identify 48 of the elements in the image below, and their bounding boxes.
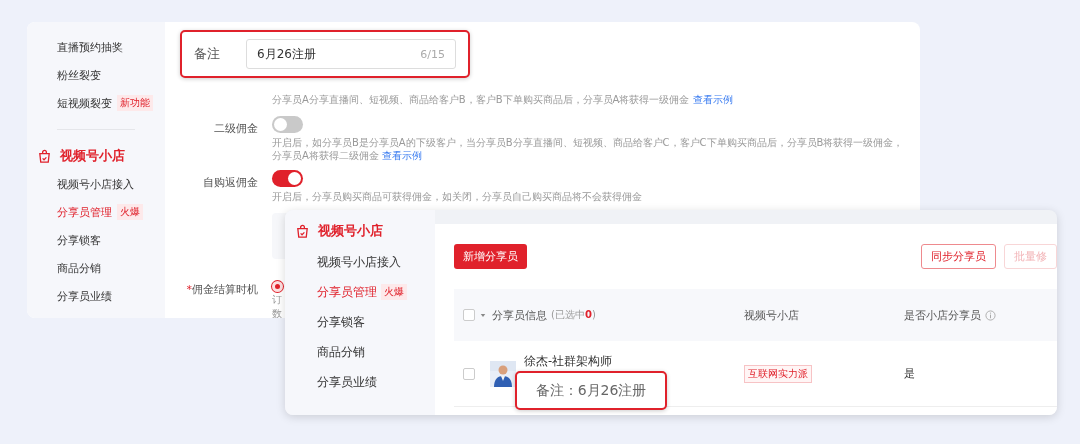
sidebar-item[interactable]: 直播预约抽奖 [57, 39, 123, 55]
badge: 火爆 [117, 204, 143, 220]
sidebar-item[interactable]: 短视频裂变 [57, 95, 112, 111]
badge: 火爆 [381, 284, 407, 300]
table-cell: 是 [904, 366, 915, 381]
column-header: 是否小店分享员 [904, 307, 981, 323]
required-mark: * [186, 283, 192, 296]
column-header: 视频号小店 [744, 307, 799, 323]
hint-text: 开启后，分享员购买商品可获得佣金，如关闭，分享员自己购买商品将不会获得佣金 [272, 190, 642, 203]
shop-tag: 互联网实力派 [744, 364, 812, 383]
sidebar-item[interactable]: 分享锁客 [57, 232, 101, 248]
sidebar-item[interactable]: 分享员业绩 [57, 288, 112, 304]
hint-text: 开启后，如分享员B是分享员A的下级客户，当分享员B分享直播间、短视频、商品给客户C，客户C下单购买商品后，分享员B将获得一级佣金，分享员A将获得二级佣金 查看示例 [272, 136, 905, 162]
sidebar-item[interactable]: 粉丝裂变 [57, 67, 101, 83]
example-link[interactable]: 查看示例 [382, 150, 423, 161]
action-button[interactable]: 同步分享员 [921, 243, 996, 269]
sidebar-item[interactable]: 分享员业绩 [317, 374, 377, 390]
badge: 新功能 [117, 95, 153, 111]
hint-text: 订 [272, 294, 282, 306]
sidebar-item[interactable]: 分享锁客 [317, 314, 365, 330]
toggle-switch[interactable] [272, 170, 303, 187]
sidebar-item[interactable]: 视频号小店接入 [317, 254, 401, 270]
sidebar-item[interactable]: 商品分销 [317, 344, 365, 360]
column-header: 分享员信息 [492, 307, 547, 323]
sidebar-item[interactable]: 分享员管理 [57, 204, 112, 220]
note-callout: 备注：6月26注册 [515, 371, 667, 410]
field-label: 佣金结算时机 [192, 283, 258, 296]
sidebar-item[interactable]: 视频号小店接入 [57, 176, 134, 192]
example-link[interactable]: 查看示例 [692, 94, 733, 105]
sharer-name: 徐杰-社群架构师 [524, 354, 613, 369]
section-title: 视频号小店 [318, 222, 383, 240]
checkbox[interactable] [463, 309, 475, 321]
sidebar-item[interactable]: 商品分销 [57, 260, 101, 276]
field-label: 自购返佣金 [203, 176, 258, 189]
caret-icon [480, 312, 486, 318]
field-label: 二级佣金 [214, 122, 258, 135]
selection-count: (已选中0) [551, 308, 596, 322]
bag-icon [37, 148, 52, 164]
section-title: 视频号小店 [60, 147, 125, 165]
hint-text: 分享员A分享直播间、短视频、商品给客户B，客户B下单购买商品后，分享员A将获得一级佣金 查看示例 [272, 93, 733, 106]
checkbox[interactable] [463, 367, 475, 380]
hint-text: 数 [272, 308, 282, 318]
sidebar-item[interactable]: 分享员管理 [317, 284, 377, 300]
action-button[interactable]: 新增分享员 [454, 243, 527, 269]
field-label: 备注 [194, 45, 220, 63]
bag-icon [295, 223, 310, 239]
note-field[interactable]: 6月26注册 6/15 [246, 39, 456, 69]
toggle-switch[interactable] [272, 116, 303, 133]
